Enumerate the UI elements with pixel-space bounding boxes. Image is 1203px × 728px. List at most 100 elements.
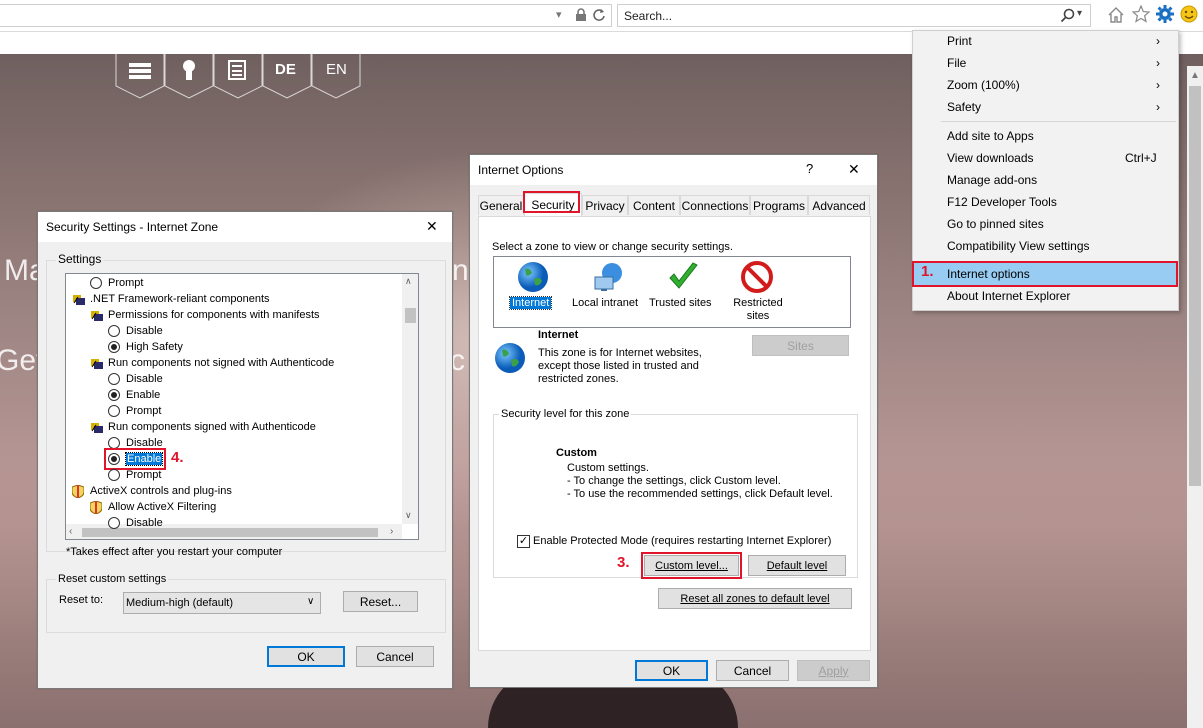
radio-unselected[interactable] xyxy=(108,517,120,529)
setting-option[interactable]: Prompt xyxy=(90,275,143,291)
security-tab-panel: Select a zone to view or change security… xyxy=(478,216,871,651)
menu-item-print[interactable]: Print xyxy=(947,31,972,51)
gear-icon[interactable] xyxy=(1156,5,1174,26)
address-bar[interactable]: ▾ xyxy=(0,4,612,27)
nav-language-de[interactable]: DE xyxy=(275,61,296,78)
default-level-button[interactable]: Default level xyxy=(748,555,846,576)
star-icon[interactable] xyxy=(1131,4,1151,26)
settings-tree[interactable]: ∧ ∨ ‹ › Prompt .NET Framework-reliant com… xyxy=(65,273,419,540)
zone-internet[interactable]: Internet xyxy=(496,259,570,325)
radio-unselected[interactable] xyxy=(108,405,120,417)
scroll-up-icon[interactable]: ▲ xyxy=(1190,70,1200,81)
apply-button[interactable]: Apply xyxy=(797,660,870,681)
radio-unselected[interactable] xyxy=(108,469,120,481)
setting-label: Permissions for components with manifest… xyxy=(108,309,320,321)
menu-item-safety[interactable]: Safety xyxy=(947,97,981,117)
menu-item-compat-view[interactable]: Compatibility View settings xyxy=(947,236,1090,256)
cancel-button[interactable]: Cancel xyxy=(716,660,789,681)
menu-item-view-downloads[interactable]: View downloads xyxy=(947,148,1034,168)
chevron-right-icon: › xyxy=(1156,100,1160,114)
tab-advanced[interactable]: Advanced xyxy=(808,195,870,215)
tab-privacy[interactable]: Privacy xyxy=(582,195,628,215)
refresh-icon[interactable] xyxy=(592,7,606,26)
menu-item-internet-options[interactable]: Internet options xyxy=(912,261,1178,287)
tab-general[interactable]: General xyxy=(478,195,524,215)
nav-language-en[interactable]: EN xyxy=(326,61,347,78)
setting-option[interactable]: Prompt xyxy=(108,403,161,419)
chevron-right-icon: › xyxy=(1156,56,1160,70)
security-level-label: Security level for this zone xyxy=(499,408,632,420)
menu-item-add-site-to-apps[interactable]: Add site to Apps xyxy=(947,126,1034,146)
tab-connections[interactable]: Connections xyxy=(680,195,750,215)
scroll-down-icon[interactable]: ∨ xyxy=(405,510,412,521)
ok-button[interactable]: OK xyxy=(267,646,345,667)
shield-icon xyxy=(71,483,86,499)
scrollbar-thumb[interactable] xyxy=(405,308,416,323)
sites-button[interactable]: Sites xyxy=(752,335,849,356)
menu-item-label: Compatibility View settings xyxy=(947,239,1090,253)
zone-description: This zone is for Internet websites, exce… xyxy=(538,347,702,385)
menu-item-f12-tools[interactable]: F12 Developer Tools xyxy=(947,192,1057,212)
setting-option[interactable]: Enable xyxy=(108,387,160,403)
setting-option[interactable]: Disable xyxy=(108,323,163,339)
security-level-desc: - To change the settings, click Custom l… xyxy=(567,475,781,487)
dotnet-category-icon xyxy=(90,308,104,322)
zone-local-intranet[interactable]: Local intranet xyxy=(570,259,644,325)
setting-option[interactable]: Disable xyxy=(108,515,163,531)
tree-vscrollbar[interactable]: ∧ ∨ xyxy=(402,274,418,524)
tab-content[interactable]: Content xyxy=(628,195,680,215)
help-icon[interactable]: ? xyxy=(806,161,813,176)
scroll-up-icon[interactable]: ∧ xyxy=(405,276,412,287)
search-dropdown-icon[interactable]: ▾ xyxy=(1077,8,1082,19)
setting-option[interactable]: High Safety xyxy=(108,339,183,355)
protected-mode-checkbox[interactable]: ✓ xyxy=(517,535,530,548)
tab-programs[interactable]: Programs xyxy=(750,195,808,215)
cancel-button[interactable]: Cancel xyxy=(356,646,434,667)
security-level-desc: - To use the recommended settings, click… xyxy=(567,488,833,500)
radio-unselected[interactable] xyxy=(108,325,120,337)
setting-option[interactable]: Disable xyxy=(108,371,163,387)
menu-item-pinned-sites[interactable]: Go to pinned sites xyxy=(947,214,1044,234)
search-box[interactable]: Search... ▾ xyxy=(617,4,1091,27)
dialog-titlebar: Internet Options xyxy=(470,155,877,185)
menu-icon[interactable] xyxy=(129,63,151,79)
scroll-left-icon[interactable]: ‹ xyxy=(69,526,72,537)
search-input[interactable]: Search... xyxy=(624,9,672,23)
menu-item-manage-add-ons[interactable]: Manage add-ons xyxy=(947,170,1037,190)
close-icon[interactable]: ✕ xyxy=(848,161,860,178)
page-scrollbar[interactable]: ▲ xyxy=(1187,66,1203,728)
step-4-callout: 4. xyxy=(171,449,184,466)
dotnet-category-icon xyxy=(72,292,86,306)
reset-all-zones-button[interactable]: Reset all zones to default level xyxy=(658,588,852,609)
dropdown-arrow-icon[interactable]: ▾ xyxy=(556,8,570,22)
scrollbar-thumb[interactable] xyxy=(1189,86,1201,486)
reset-button[interactable]: Reset... xyxy=(343,591,418,612)
dialog-title: Internet Options xyxy=(478,163,564,177)
menu-item-file[interactable]: File xyxy=(947,53,966,73)
reset-level-select[interactable]: Medium-high (default) ∨ xyxy=(123,592,321,614)
reset-group-label: Reset custom settings xyxy=(56,573,169,585)
zone-trusted-sites[interactable]: Trusted sites xyxy=(645,259,719,325)
dotnet-category-icon xyxy=(90,420,104,434)
zone-list[interactable]: Internet Local intranet Trusted sites Re… xyxy=(493,256,851,328)
scroll-right-icon[interactable]: › xyxy=(390,526,393,537)
radio-unselected[interactable] xyxy=(90,277,102,289)
radio-selected[interactable] xyxy=(108,389,120,401)
zone-restricted-sites[interactable]: Restricted sites xyxy=(720,259,794,325)
document-icon[interactable] xyxy=(228,60,246,80)
menu-item-zoom[interactable]: Zoom (100%) xyxy=(947,75,1020,95)
setting-label: Enable xyxy=(126,389,161,401)
shield-icon xyxy=(89,499,104,515)
smiley-icon[interactable] xyxy=(1180,5,1198,26)
home-icon[interactable] xyxy=(1107,6,1125,27)
keyhole-icon[interactable] xyxy=(181,60,197,80)
lock-icon[interactable] xyxy=(575,8,587,25)
radio-selected[interactable] xyxy=(108,341,120,353)
menu-item-label: Internet options xyxy=(947,267,1030,281)
menu-item-about-ie[interactable]: About Internet Explorer xyxy=(947,286,1070,306)
search-icon[interactable] xyxy=(1060,8,1076,27)
ok-button[interactable]: OK xyxy=(635,660,708,681)
setting-option[interactable]: Prompt xyxy=(108,467,161,483)
radio-unselected[interactable] xyxy=(108,373,120,385)
close-icon[interactable]: ✕ xyxy=(426,218,438,235)
